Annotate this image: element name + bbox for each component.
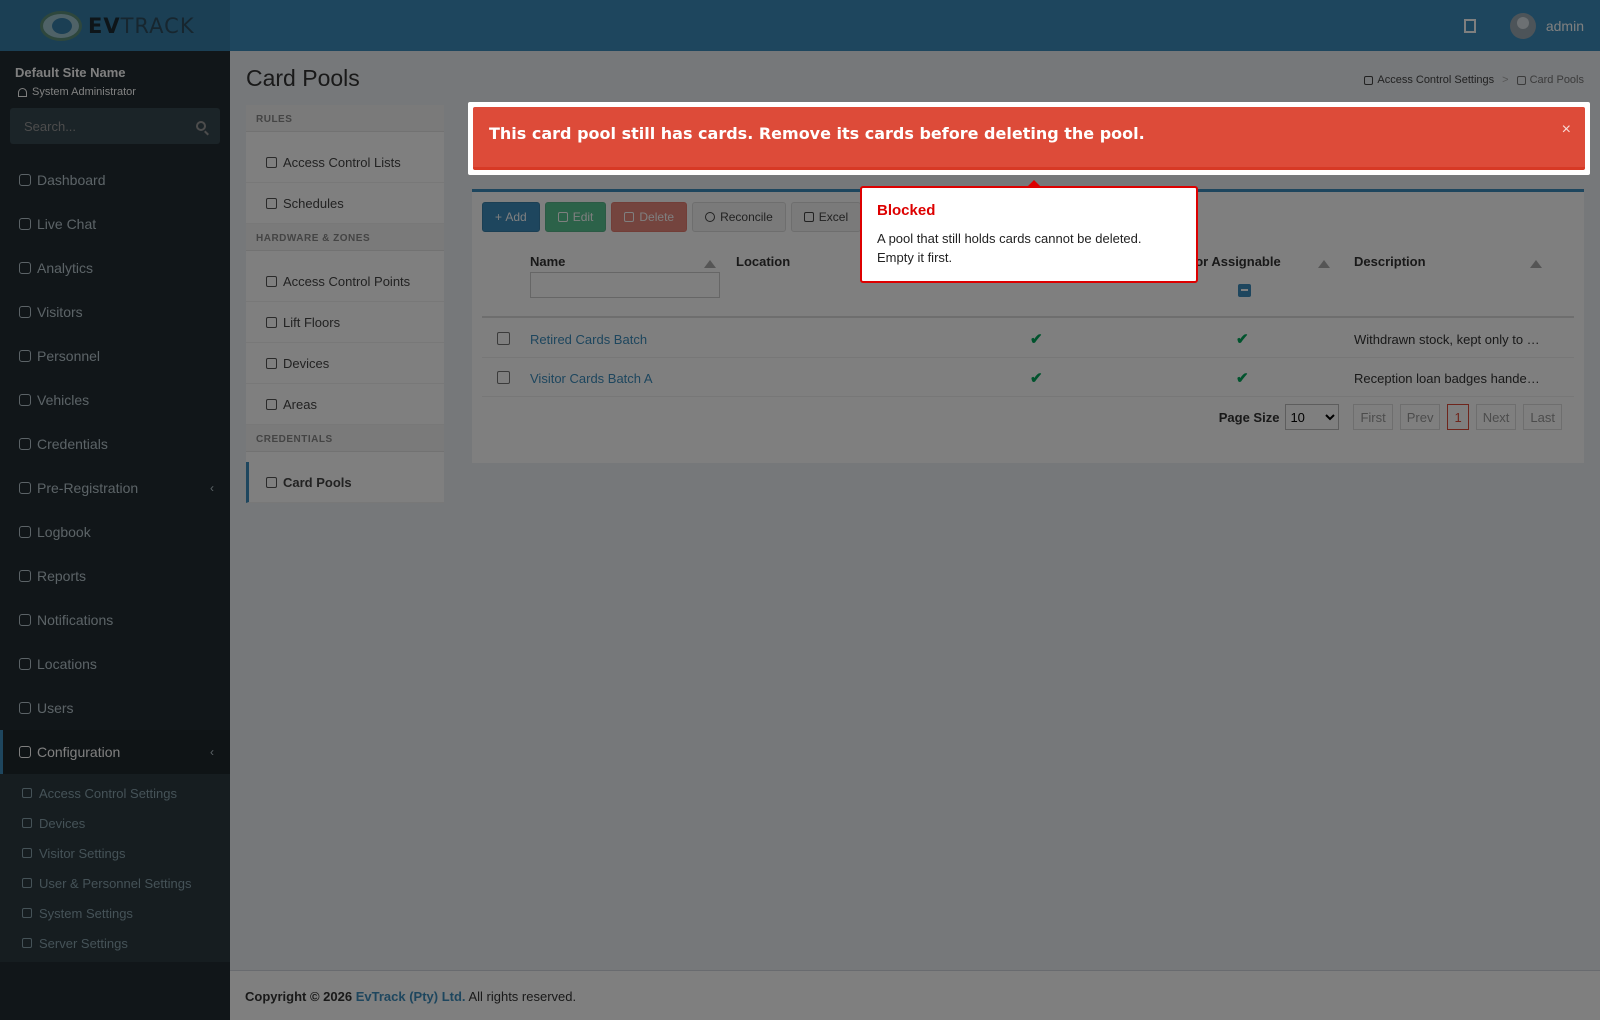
tooltip-title: Blocked <box>877 202 936 219</box>
close-icon[interactable]: × <box>1562 121 1571 139</box>
tooltip-body: A pool that still holds cards cannot be … <box>877 231 1142 265</box>
alert-message: This card pool still has cards. Remove i… <box>489 124 1145 143</box>
blocked-tooltip: Blocked A pool that still holds cards ca… <box>860 180 1198 283</box>
error-alert-frame: This card pool still has cards. Remove i… <box>468 102 1590 175</box>
error-alert: This card pool still has cards. Remove i… <box>473 107 1585 170</box>
